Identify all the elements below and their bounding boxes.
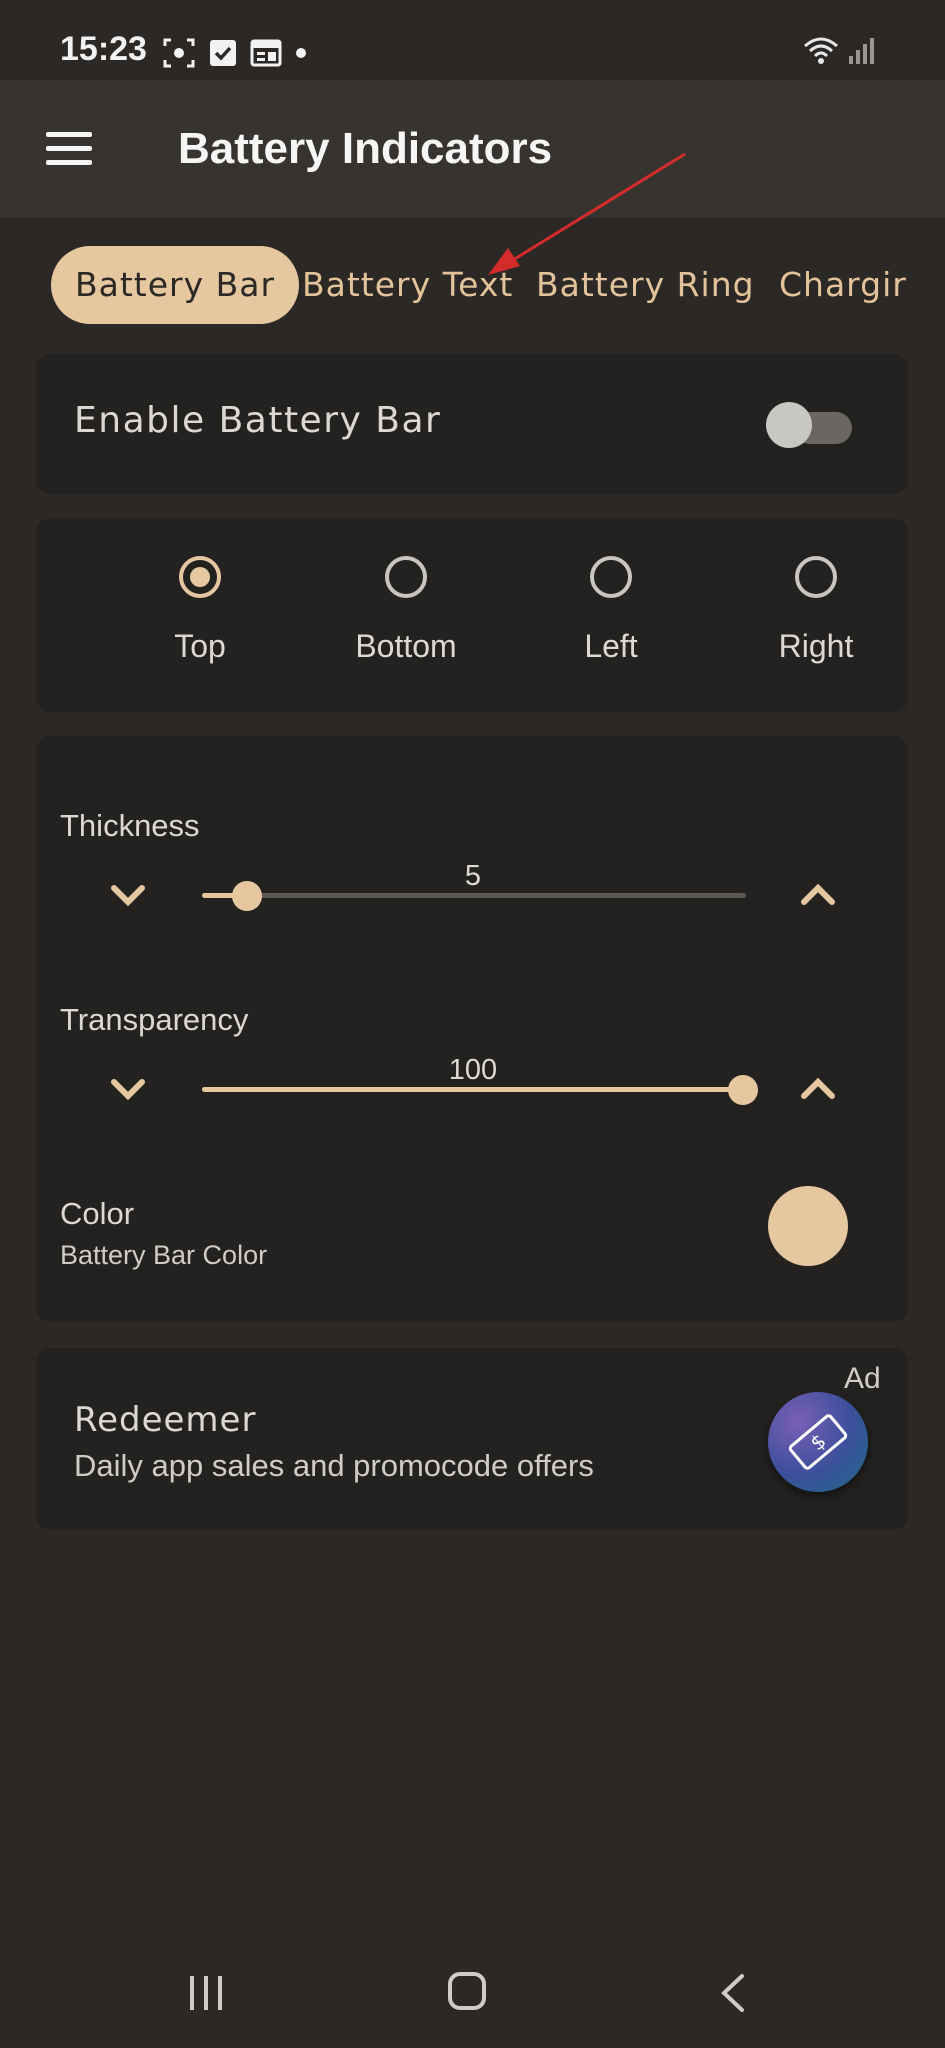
position-card: Top Bottom Left Right <box>36 518 908 712</box>
transparency-label: Transparency <box>60 1002 249 1037</box>
menu-icon[interactable] <box>46 132 92 166</box>
checkbox-icon <box>210 40 236 66</box>
transparency-slider-fill <box>202 1087 746 1092</box>
radio-label: Left <box>584 628 638 664</box>
chevron-down-icon[interactable] <box>108 1074 148 1104</box>
radio-unchecked-icon <box>385 556 427 598</box>
radio-unchecked-icon <box>795 556 837 598</box>
enable-battery-bar-card[interactable]: Enable Battery Bar <box>36 354 908 494</box>
radio-left[interactable]: Left <box>511 556 711 665</box>
system-nav-bar <box>0 1936 945 2048</box>
radio-label: Top <box>174 628 226 664</box>
ad-badge: Ad <box>844 1362 881 1395</box>
tab-charging[interactable]: Chargir <box>779 246 907 324</box>
tab-battery-ring[interactable]: Battery Ring <box>536 246 755 324</box>
back-icon[interactable] <box>718 1972 748 2014</box>
status-bar: 15:23 <box>0 0 945 80</box>
status-time: 15:23 <box>60 30 147 68</box>
chevron-up-icon[interactable] <box>798 1074 838 1104</box>
radio-unchecked-icon <box>590 556 632 598</box>
app-bar: Battery Indicators <box>0 80 945 218</box>
thickness-slider-thumb[interactable] <box>232 881 262 911</box>
status-system-icons <box>803 36 875 66</box>
radio-bottom[interactable]: Bottom <box>306 556 506 665</box>
color-label: Color <box>60 1196 135 1231</box>
recents-icon[interactable] <box>186 1976 226 2010</box>
radio-label: Right <box>778 628 854 664</box>
color-swatch[interactable] <box>768 1186 848 1266</box>
transparency-value: 100 <box>448 1054 498 1086</box>
ad-title: Redeemer <box>74 1400 257 1440</box>
ad-subtitle: Daily app sales and promocode offers <box>74 1448 594 1483</box>
radio-right[interactable]: Right <box>716 556 916 665</box>
tab-battery-bar[interactable]: Battery Bar <box>51 246 300 324</box>
ad-app-icon[interactable]: $ <box>768 1392 868 1492</box>
coupon-icon: $ <box>788 1414 848 1470</box>
radio-top[interactable]: Top <box>100 556 300 665</box>
radio-label: Bottom <box>355 628 457 664</box>
enable-battery-bar-toggle[interactable] <box>766 402 882 448</box>
color-sublabel: Battery Bar Color <box>60 1240 268 1270</box>
calendar-icon <box>250 39 282 67</box>
thickness-slider-track[interactable] <box>202 893 746 898</box>
tab-bar: Battery Bar Battery Text Battery Ring Ch… <box>0 246 945 326</box>
position-radio-group: Top Bottom Left Right <box>36 518 908 712</box>
signal-icon <box>849 38 874 64</box>
screenshot-icon <box>163 38 195 68</box>
home-icon[interactable] <box>448 1972 486 2010</box>
dot-icon <box>296 48 306 58</box>
status-notification-icons <box>162 36 308 70</box>
bar-settings-card: Thickness 5 Transparency 100 Color Batte… <box>36 736 908 1322</box>
chevron-up-icon[interactable] <box>798 880 838 910</box>
thickness-value: 5 <box>464 860 482 892</box>
ad-card[interactable]: Redeemer Daily app sales and promocode o… <box>36 1348 908 1530</box>
thickness-label: Thickness <box>60 808 200 843</box>
wifi-icon <box>804 37 838 64</box>
transparency-slider-thumb[interactable] <box>728 1075 758 1105</box>
enable-battery-bar-label: Enable Battery Bar <box>74 400 442 441</box>
tab-battery-text[interactable]: Battery Text <box>302 246 513 324</box>
radio-checked-icon <box>179 556 221 598</box>
chevron-down-icon[interactable] <box>108 880 148 910</box>
